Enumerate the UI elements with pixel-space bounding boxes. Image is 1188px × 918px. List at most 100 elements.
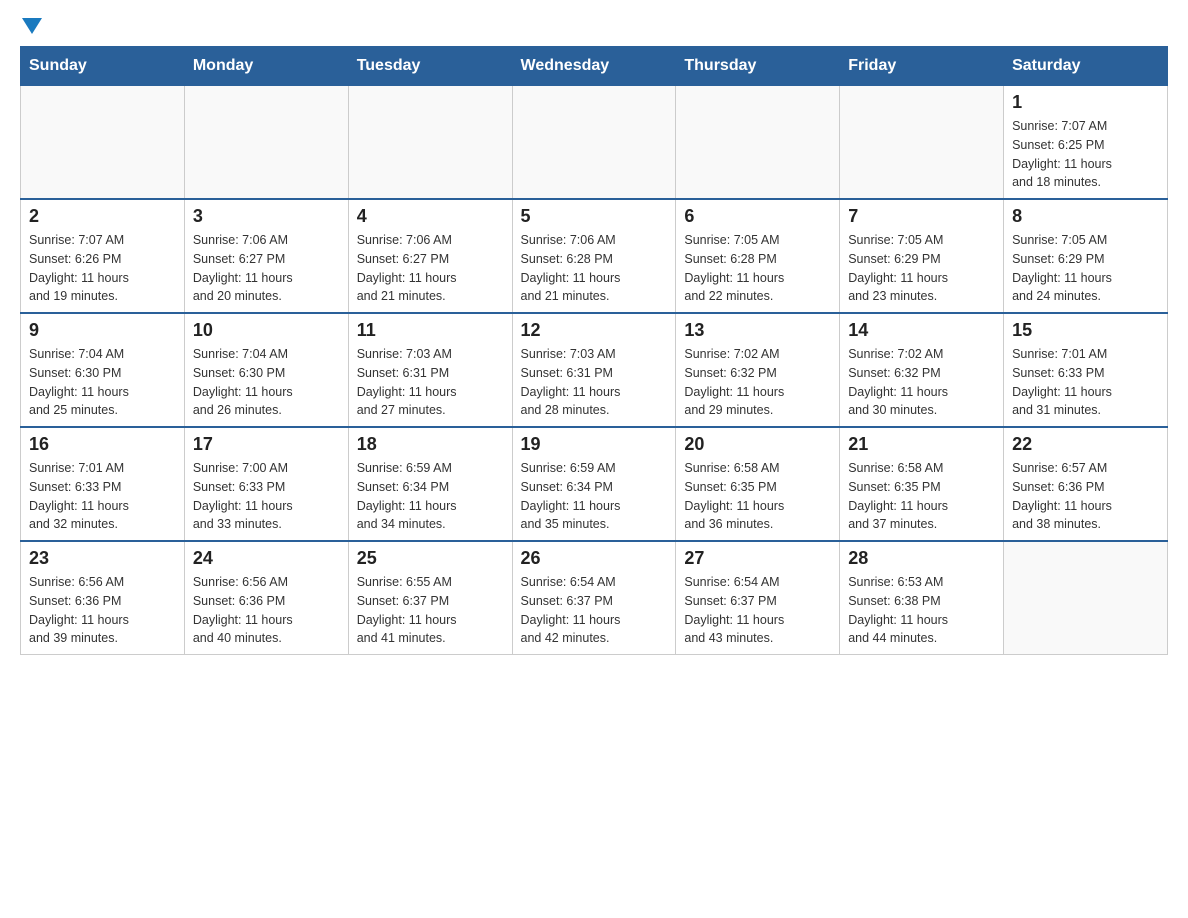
day-number: 24 (193, 548, 340, 569)
day-number: 5 (521, 206, 668, 227)
calendar-day-cell: 24 Sunrise: 6:56 AMSunset: 6:36 PMDayligh… (184, 541, 348, 655)
day-number: 6 (684, 206, 831, 227)
day-number: 19 (521, 434, 668, 455)
calendar-day-cell: 15 Sunrise: 7:01 AMSunset: 6:33 PMDayligh… (1004, 313, 1168, 427)
day-info: Sunrise: 7:04 AMSunset: 6:30 PMDaylight:… (193, 345, 340, 420)
day-of-week-header: Thursday (676, 47, 840, 86)
day-info: Sunrise: 6:58 AMSunset: 6:35 PMDaylight:… (684, 459, 831, 534)
day-number: 28 (848, 548, 995, 569)
day-of-week-header: Saturday (1004, 47, 1168, 86)
day-number: 4 (357, 206, 504, 227)
calendar-day-cell: 25 Sunrise: 6:55 AMSunset: 6:37 PMDayligh… (348, 541, 512, 655)
day-number: 21 (848, 434, 995, 455)
day-info: Sunrise: 6:57 AMSunset: 6:36 PMDaylight:… (1012, 459, 1159, 534)
day-info: Sunrise: 7:05 AMSunset: 6:29 PMDaylight:… (848, 231, 995, 306)
calendar-day-cell: 23Sunrise: 6:56 AMSunset: 6:36 PMDayligh… (21, 541, 185, 655)
day-info: Sunrise: 6:59 AMSunset: 6:34 PMDaylight:… (357, 459, 504, 534)
calendar-week-row: 1Sunrise: 7:07 AMSunset: 6:25 PMDaylight… (21, 86, 1168, 200)
day-number: 18 (357, 434, 504, 455)
calendar-day-cell: 26 Sunrise: 6:54 AMSunset: 6:37 PMDayligh… (512, 541, 676, 655)
day-of-week-header: Tuesday (348, 47, 512, 86)
calendar-body: 1Sunrise: 7:07 AMSunset: 6:25 PMDaylight… (21, 86, 1168, 655)
calendar-day-cell: 1Sunrise: 7:07 AMSunset: 6:25 PMDaylight… (1004, 86, 1168, 200)
day-number: 14 (848, 320, 995, 341)
day-info: Sunrise: 6:56 AMSunset: 6:36 PMDaylight:… (193, 573, 340, 648)
day-number: 16 (29, 434, 176, 455)
calendar-day-cell (1004, 541, 1168, 655)
calendar-day-cell (840, 86, 1004, 200)
day-number: 3 (193, 206, 340, 227)
calendar-day-cell: 9 Sunrise: 7:04 AMSunset: 6:30 PMDaylight… (21, 313, 185, 427)
day-number: 20 (684, 434, 831, 455)
calendar-header: SundayMondayTuesdayWednesdayThursdayFrid… (21, 47, 1168, 86)
day-info: Sunrise: 7:06 AMSunset: 6:27 PMDaylight:… (357, 231, 504, 306)
day-info: Sunrise: 7:05 AMSunset: 6:29 PMDaylight:… (1012, 231, 1159, 306)
days-of-week-row: SundayMondayTuesdayWednesdayThursdayFrid… (21, 47, 1168, 86)
calendar-day-cell: 13Sunrise: 7:02 AMSunset: 6:32 PMDayligh… (676, 313, 840, 427)
day-number: 15 (1012, 320, 1159, 341)
day-info: Sunrise: 7:06 AMSunset: 6:28 PMDaylight:… (521, 231, 668, 306)
logo-triangle-icon (22, 18, 42, 34)
day-info: Sunrise: 6:53 AMSunset: 6:38 PMDaylight:… (848, 573, 995, 648)
day-number: 27 (684, 548, 831, 569)
calendar-day-cell: 3 Sunrise: 7:06 AMSunset: 6:27 PMDaylight… (184, 199, 348, 313)
calendar-day-cell: 17 Sunrise: 7:00 AMSunset: 6:33 PMDayligh… (184, 427, 348, 541)
day-number: 12 (521, 320, 668, 341)
logo (20, 20, 42, 36)
calendar-day-cell: 18 Sunrise: 6:59 AMSunset: 6:34 PMDayligh… (348, 427, 512, 541)
calendar-day-cell: 8Sunrise: 7:05 AMSunset: 6:29 PMDaylight… (1004, 199, 1168, 313)
day-number: 9 (29, 320, 176, 341)
day-of-week-header: Monday (184, 47, 348, 86)
day-info: Sunrise: 7:07 AMSunset: 6:25 PMDaylight:… (1012, 117, 1159, 192)
calendar-day-cell: 19 Sunrise: 6:59 AMSunset: 6:34 PMDayligh… (512, 427, 676, 541)
calendar-week-row: 2 Sunrise: 7:07 AMSunset: 6:26 PMDaylight… (21, 199, 1168, 313)
page-header (20, 20, 1168, 36)
calendar-day-cell (21, 86, 185, 200)
calendar-day-cell: 11 Sunrise: 7:03 AMSunset: 6:31 PMDayligh… (348, 313, 512, 427)
calendar-week-row: 23 Sunrise: 6:56 AMSunset: 6:36 PMDayligh… (21, 541, 1168, 655)
calendar-day-cell: 21 Sunrise: 6:58 AMSunset: 6:35 PMDayligh… (840, 427, 1004, 541)
day-of-week-header: Sunday (21, 47, 185, 86)
day-number: 7 (848, 206, 995, 227)
day-info: Sunrise: 6:59 AMSunset: 6:34 PMDaylight:… (521, 459, 668, 534)
calendar-day-cell: 2 Sunrise: 7:07 AMSunset: 6:26 PMDaylight… (21, 199, 185, 313)
calendar-day-cell: 16Sunrise: 7:01 AMSunset: 6:33 PMDayligh… (21, 427, 185, 541)
day-number: 17 (193, 434, 340, 455)
day-of-week-header: Friday (840, 47, 1004, 86)
day-info: Sunrise: 7:03 AMSunset: 6:31 PMDaylight:… (521, 345, 668, 420)
day-number: 10 (193, 320, 340, 341)
day-of-week-header: Wednesday (512, 47, 676, 86)
day-number: 25 (357, 548, 504, 569)
day-number: 23 (29, 548, 176, 569)
calendar-day-cell (512, 86, 676, 200)
calendar-day-cell: 5 Sunrise: 7:06 AMSunset: 6:28 PMDaylight… (512, 199, 676, 313)
day-info: Sunrise: 7:00 AMSunset: 6:33 PMDaylight:… (193, 459, 340, 534)
day-number: 2 (29, 206, 176, 227)
calendar-day-cell: 14Sunrise: 7:02 AMSunset: 6:32 PMDayligh… (840, 313, 1004, 427)
calendar-day-cell: 10 Sunrise: 7:04 AMSunset: 6:30 PMDayligh… (184, 313, 348, 427)
calendar-day-cell (348, 86, 512, 200)
day-info: Sunrise: 6:54 AMSunset: 6:37 PMDaylight:… (521, 573, 668, 648)
calendar-day-cell: 28 Sunrise: 6:53 AMSunset: 6:38 PMDayligh… (840, 541, 1004, 655)
day-number: 22 (1012, 434, 1159, 455)
calendar-day-cell: 22 Sunrise: 6:57 AMSunset: 6:36 PMDayligh… (1004, 427, 1168, 541)
calendar-table: SundayMondayTuesdayWednesdayThursdayFrid… (20, 46, 1168, 655)
calendar-week-row: 16Sunrise: 7:01 AMSunset: 6:33 PMDayligh… (21, 427, 1168, 541)
day-number: 11 (357, 320, 504, 341)
day-info: Sunrise: 6:55 AMSunset: 6:37 PMDaylight:… (357, 573, 504, 648)
day-info: Sunrise: 7:04 AMSunset: 6:30 PMDaylight:… (29, 345, 176, 420)
day-info: Sunrise: 6:58 AMSunset: 6:35 PMDaylight:… (848, 459, 995, 534)
calendar-day-cell: 6Sunrise: 7:05 AMSunset: 6:28 PMDaylight… (676, 199, 840, 313)
calendar-day-cell (676, 86, 840, 200)
calendar-day-cell: 4 Sunrise: 7:06 AMSunset: 6:27 PMDaylight… (348, 199, 512, 313)
calendar-day-cell: 20 Sunrise: 6:58 AMSunset: 6:35 PMDayligh… (676, 427, 840, 541)
day-info: Sunrise: 7:07 AMSunset: 6:26 PMDaylight:… (29, 231, 176, 306)
day-info: Sunrise: 7:03 AMSunset: 6:31 PMDaylight:… (357, 345, 504, 420)
day-info: Sunrise: 7:01 AMSunset: 6:33 PMDaylight:… (1012, 345, 1159, 420)
calendar-day-cell: 27Sunrise: 6:54 AMSunset: 6:37 PMDayligh… (676, 541, 840, 655)
calendar-day-cell (184, 86, 348, 200)
day-number: 26 (521, 548, 668, 569)
day-info: Sunrise: 7:02 AMSunset: 6:32 PMDaylight:… (684, 345, 831, 420)
day-info: Sunrise: 7:06 AMSunset: 6:27 PMDaylight:… (193, 231, 340, 306)
calendar-day-cell: 12 Sunrise: 7:03 AMSunset: 6:31 PMDayligh… (512, 313, 676, 427)
